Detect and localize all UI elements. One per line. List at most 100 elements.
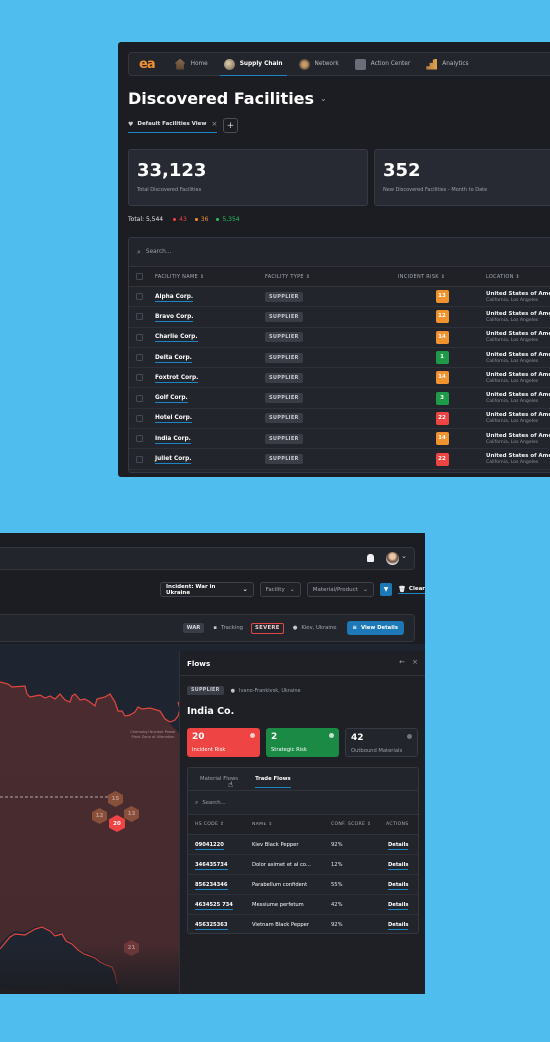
nav-network[interactable]: Network	[291, 53, 347, 75]
flows-header: Flows ← ×	[180, 651, 425, 676]
avatar[interactable]	[386, 552, 399, 565]
table-row[interactable]: Foxtrot Corp. SUPPLIER 14 United States of …	[129, 368, 550, 389]
info-icon[interactable]	[250, 733, 255, 738]
chevron-down-icon: ⌄	[362, 586, 368, 593]
info-icon[interactable]	[329, 733, 334, 738]
tab-trade-flows[interactable]: Trade Flows	[255, 768, 291, 790]
location-region: California, Los Angeles	[486, 419, 539, 425]
facility-select[interactable]: Facility ⌄	[259, 582, 301, 597]
app-topbar: ⌄	[0, 547, 415, 570]
clear-button[interactable]: 🗑 Clear	[398, 586, 425, 594]
table-row[interactable]: Hotel Corp. SUPPLIER 22 United States of Am…	[129, 409, 550, 430]
table-row[interactable]: India Corp. SUPPLIER 14 United States of Am…	[129, 429, 550, 450]
page-title[interactable]: Discovered Facilities ⌄	[128, 89, 327, 108]
hs-code-link[interactable]: 456325363	[195, 921, 228, 930]
facility-name-link[interactable]: India Corp.	[155, 435, 191, 444]
nav-action-center[interactable]: Action Center	[347, 53, 419, 75]
location-country: United States of America	[486, 371, 550, 378]
col-hs-code[interactable]: HS CODE ⇕	[195, 822, 252, 827]
facility-name-link[interactable]: Foxtrot Corp.	[155, 374, 199, 383]
incident-risk-badge: 1	[435, 351, 449, 365]
flow-row: 456325363 Vietnam Black Pepper 92% Details	[188, 915, 418, 933]
hs-code-link[interactable]: 856234346	[195, 881, 228, 890]
search-icon: ⌕	[195, 798, 199, 806]
search-input[interactable]: Search...	[202, 800, 225, 806]
table-row[interactable]: Bravo Corp. SUPPLIER 12 United States of Am…	[129, 307, 550, 328]
details-link[interactable]: Details	[388, 921, 409, 930]
row-checkbox[interactable]	[136, 354, 143, 362]
search-input[interactable]: Search...	[146, 249, 171, 255]
flows-search[interactable]: ⌕ Search...	[188, 791, 418, 815]
table-search[interactable]: ⌕ Search...	[129, 238, 550, 267]
ea-logo[interactable]: ea	[139, 57, 156, 72]
chevron-down-icon[interactable]: ⌄	[320, 94, 327, 103]
supplier-tag: SUPPLIER	[187, 686, 224, 695]
hs-code-link[interactable]: 346435734	[195, 861, 228, 870]
supplier-location: Ivano-Frankivsk, Ukraine	[238, 687, 301, 694]
row-checkbox[interactable]	[136, 313, 143, 321]
nav-supply-chain[interactable]: Supply Chain	[216, 53, 291, 76]
details-link[interactable]: Details	[388, 861, 409, 870]
row-checkbox[interactable]	[136, 455, 143, 463]
table-row[interactable]: Alpha Corp. SUPPLIER 13 United States of Am…	[129, 287, 550, 308]
row-checkbox[interactable]	[136, 394, 143, 402]
row-checkbox[interactable]	[136, 333, 143, 341]
count-low: 5,354	[216, 216, 239, 223]
table-row[interactable]: Delta Corp. SUPPLIER 1 United States of Ame…	[129, 348, 550, 369]
col-facility-name[interactable]: FACILITIY NAME ⇕	[155, 274, 265, 280]
row-checkbox[interactable]	[136, 414, 143, 422]
back-arrow-icon[interactable]: ←	[399, 658, 405, 666]
table-row[interactable]: Charlie Corp. SUPPLIER 14 United States of …	[129, 328, 550, 348]
facility-name-link[interactable]: Bravo Corp.	[155, 313, 194, 322]
col-conf-score[interactable]: CONF. SCORE ⇕	[331, 822, 386, 827]
trash-icon: 🗑	[398, 585, 406, 593]
col-facility-type[interactable]: FACILITY TYPE ⇕	[265, 274, 398, 280]
facility-name-link[interactable]: Hotel Corp.	[155, 415, 192, 424]
close-icon[interactable]: ×	[212, 120, 218, 128]
facility-name-link[interactable]: Juliet Corp.	[155, 456, 192, 465]
row-checkbox[interactable]	[136, 293, 143, 301]
col-incident-risk[interactable]: INCIDENT RISK ⇕	[398, 274, 486, 280]
select-value: Facility	[265, 586, 285, 593]
bell-icon[interactable]	[367, 554, 374, 562]
filter-button[interactable]: ▼	[379, 583, 393, 596]
incident-risk-badge: 22	[435, 452, 449, 466]
select-all-checkbox[interactable]	[136, 273, 143, 280]
add-view-button[interactable]: +	[223, 118, 238, 133]
facility-name-link[interactable]: Charlie Corp.	[155, 334, 198, 343]
table-row[interactable]: Golf Corp. SUPPLIER 3 United States of Amer…	[129, 388, 550, 409]
supply-chain-icon	[223, 58, 235, 70]
facility-name-link[interactable]: Golf Corp.	[155, 395, 188, 404]
col-name[interactable]: NAME ⇕	[252, 822, 331, 827]
nav-home[interactable]: Home	[167, 53, 216, 75]
facility-name-link[interactable]: Delta Corp.	[155, 354, 192, 363]
material-product-select[interactable]: Material/Product ⌄	[306, 582, 374, 597]
hs-code-link[interactable]: 09041220	[195, 841, 224, 850]
chevron-down-icon[interactable]: ⌄	[401, 552, 407, 560]
table-row[interactable]: Juliet Corp. SUPPLIER 22 United States of A…	[129, 449, 550, 470]
flow-row: 09041220 Kiev Black Pepper 92% Details	[188, 835, 418, 855]
info-icon[interactable]	[407, 734, 412, 739]
details-link[interactable]: Details	[388, 881, 409, 890]
close-icon[interactable]: ×	[412, 658, 418, 666]
incident-select[interactable]: Incident: War in Ukraine ⌄	[160, 582, 254, 597]
row-checkbox[interactable]	[136, 435, 143, 443]
facilities-table: ⌕ Search... FACILITIY NAME ⇕ FACILITY TY…	[128, 237, 550, 473]
search-icon: ⌕	[137, 247, 141, 256]
nav-analytics[interactable]: Analytics	[418, 53, 476, 75]
col-location[interactable]: LOCATION ⇕	[486, 274, 550, 280]
row-checkbox[interactable]	[136, 374, 143, 382]
facility-type-tag: SUPPLIER	[265, 393, 303, 404]
details-link[interactable]: Details	[388, 901, 409, 910]
count-high: 43	[173, 216, 187, 223]
flow-name: Dolor asimet et al co...	[252, 861, 311, 868]
tab-default-facilities-view[interactable]: ♥ Default Facilities View ×	[128, 120, 218, 133]
incident-risk-badge: 14	[435, 432, 449, 446]
facility-type-tag: SUPPLIER	[265, 332, 303, 343]
conf-score: 42%	[331, 901, 343, 908]
details-link[interactable]: Details	[388, 841, 409, 850]
location-region: California, Los Angeles	[486, 358, 539, 364]
view-details-button[interactable]: ≡ View Details	[346, 621, 404, 635]
facility-name-link[interactable]: Alpha Corp.	[155, 293, 194, 302]
hs-code-link[interactable]: 4634525 734	[195, 901, 233, 910]
